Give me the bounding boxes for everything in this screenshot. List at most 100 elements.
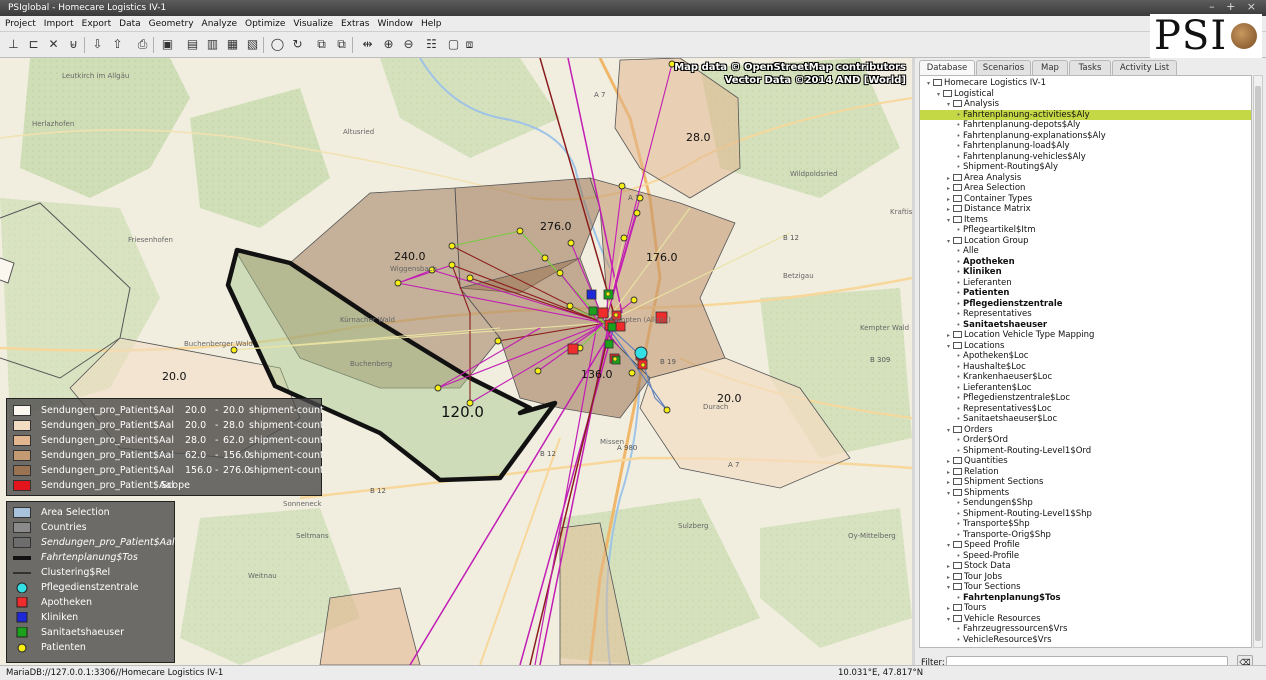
maximize-icon[interactable]: + (1226, 0, 1235, 13)
tree-leaf[interactable]: • Pflegeartikel$Itm (920, 225, 1251, 236)
tree-folder[interactable]: ▾ Homecare Logistics IV-1 (920, 78, 1251, 89)
tree-folder[interactable]: ▾ Locations (920, 341, 1251, 352)
tree-folder[interactable]: ▾ Analysis (920, 99, 1251, 110)
tree-folder[interactable]: ▾ Logistical (920, 89, 1251, 100)
map-view[interactable]: Map data © OpenStreetMap contributors Ve… (0, 58, 912, 665)
menu-analyze[interactable]: Analyze (199, 16, 240, 32)
tree-folder[interactable]: ▾ Tour Sections (920, 582, 1251, 593)
tree-leaf[interactable]: • Shipment-Routing-Level1$Ord (920, 446, 1251, 457)
tree-folder[interactable]: ▾ Items (920, 215, 1251, 226)
tree-leaf[interactable]: • Representatives$Loc (920, 404, 1251, 415)
tab-activity-list[interactable]: Activity List (1112, 60, 1177, 75)
doc-b-icon[interactable]: ▥ (205, 37, 220, 52)
new-icon[interactable]: ⊥ (6, 37, 21, 52)
tree-folder[interactable]: ▸ Container Types (920, 194, 1251, 205)
tree-leaf[interactable]: • Transporte-Orig$Shp (920, 530, 1251, 541)
menu-help[interactable]: Help (418, 16, 445, 32)
tree-leaf[interactable]: • Lieferanten$Loc (920, 383, 1251, 394)
menu-window[interactable]: Window (374, 16, 416, 32)
doc-d-icon[interactable]: ▧ (245, 37, 260, 52)
tree-leaf[interactable]: • Speed-Profile (920, 551, 1251, 562)
tree-folder[interactable]: ▸ Relation (920, 467, 1251, 478)
menu-data[interactable]: Data (116, 16, 144, 32)
delete-icon[interactable]: ✕ (46, 37, 61, 52)
menu-project[interactable]: Project (2, 16, 39, 32)
frame-b-icon[interactable]: ⧈ (462, 37, 477, 52)
tree-leaf[interactable]: • Pflegedienstzentrale$Loc (920, 393, 1251, 404)
tree-folder[interactable]: ▸ Stock Data (920, 561, 1251, 572)
tree-leaf[interactable]: • Sanitaetshaeuser$Loc (920, 414, 1251, 425)
tree-leaf[interactable]: • Fahrtenplanung-activities$Aly (920, 109, 1251, 120)
export-icon[interactable]: ⇧ (110, 37, 125, 52)
zoom-in-icon[interactable]: ⊕ (381, 37, 396, 52)
refresh-icon[interactable]: ↻ (290, 37, 305, 52)
tree-scrollbar[interactable] (1253, 75, 1263, 648)
tab-database[interactable]: Database (919, 60, 975, 75)
zoom-out-icon[interactable]: ⊖ (401, 37, 416, 52)
tree-leaf[interactable]: • Alle (920, 246, 1251, 257)
tree-leaf[interactable]: • Representatives (920, 309, 1251, 320)
tree-folder[interactable]: ▾ Orders (920, 425, 1251, 436)
tree-leaf[interactable]: • Apotheken (920, 257, 1251, 268)
tree-leaf[interactable]: • Fahrtenplanung-explanations$Aly (920, 131, 1251, 142)
map-icon[interactable]: ▣ (160, 37, 175, 52)
tree-folder[interactable]: ▾ Location Group (920, 236, 1251, 247)
tree-leaf[interactable]: • Shipment-Routing$Aly (920, 162, 1251, 173)
trash-icon[interactable]: ⊌ (66, 37, 81, 52)
tree-folder[interactable]: ▸ Area Selection (920, 183, 1251, 194)
layers-a-icon[interactable]: ⧉ (314, 37, 329, 52)
menu-extras[interactable]: Extras (338, 16, 372, 32)
patient-marker (663, 406, 671, 414)
tree-leaf[interactable]: • Haushalte$Loc (920, 362, 1251, 373)
legend-icon[interactable]: ☷ (424, 37, 439, 52)
menu-visualize[interactable]: Visualize (290, 16, 336, 32)
print-icon[interactable]: ⎙ (135, 37, 150, 52)
database-tree[interactable]: ▾ Homecare Logistics IV-1 ▾ Logistical ▾ Anal… (919, 75, 1252, 648)
layers-b-icon[interactable]: ⧉ (334, 37, 349, 52)
doc-c-icon[interactable]: ▦ (225, 37, 240, 52)
menu-export[interactable]: Export (79, 16, 114, 32)
tree-leaf[interactable]: • Fahrtenplanung-depots$Aly (920, 120, 1251, 131)
tree-leaf[interactable]: • Krankenhaeuser$Loc (920, 372, 1251, 383)
tree-folder[interactable]: ▸ Area Analysis (920, 173, 1251, 184)
tree-folder[interactable]: ▸ Quantities (920, 456, 1251, 467)
fit-icon[interactable]: ⇹ (360, 37, 375, 52)
tree-folder[interactable]: ▾ Vehicle Resources (920, 614, 1251, 625)
doc-a-icon[interactable]: ▤ (185, 37, 200, 52)
tab-tasks[interactable]: Tasks (1069, 60, 1111, 75)
tree-leaf[interactable]: • Fahrzeugressourcen$Vrs (920, 624, 1251, 635)
menu-optimize[interactable]: Optimize (242, 16, 288, 32)
tree-leaf[interactable]: • Kliniken (920, 267, 1251, 278)
tree-leaf[interactable]: • Transporte$Shp (920, 519, 1251, 530)
tree-leaf[interactable]: • Order$Ord (920, 435, 1251, 446)
tree-leaf[interactable]: • VehicleResource$Vrs (920, 635, 1251, 646)
open-icon[interactable]: ⊏ (26, 37, 41, 52)
tree-folder[interactable]: ▸ Shipment Sections (920, 477, 1251, 488)
tree-folder[interactable]: ▸ Tour Jobs (920, 572, 1251, 583)
zoom-window-icon[interactable]: ◯ (270, 37, 285, 52)
tree-leaf[interactable]: • Sendungen$Shp (920, 498, 1251, 509)
frame-a-icon[interactable]: ▢ (446, 37, 461, 52)
minimize-icon[interactable]: – (1209, 0, 1215, 13)
tree-leaf[interactable]: • Fahrtenplanung-load$Aly (920, 141, 1251, 152)
tree-leaf[interactable]: • Fahrtenplanung-vehicles$Aly (920, 152, 1251, 163)
scrollbar-thumb[interactable] (1255, 86, 1261, 641)
tree-leaf[interactable]: • Pflegedienstzentrale (920, 299, 1251, 310)
tab-map[interactable]: Map (1032, 60, 1068, 75)
tree-folder[interactable]: ▸ Tours (920, 603, 1251, 614)
tree-folder[interactable]: ▾ Speed Profile (920, 540, 1251, 551)
tree-folder[interactable]: ▾ Shipments (920, 488, 1251, 499)
tree-folder[interactable]: ▸ Location Vehicle Type Mapping (920, 330, 1251, 341)
tree-leaf[interactable]: • Apotheken$Loc (920, 351, 1251, 362)
tree-leaf[interactable]: • Lieferanten (920, 278, 1251, 289)
tree-folder[interactable]: ▸ Distance Matrix (920, 204, 1251, 215)
menu-geometry[interactable]: Geometry (146, 16, 197, 32)
tree-leaf[interactable]: • Fahrtenplanung$Tos (920, 593, 1251, 604)
tree-leaf[interactable]: • Patienten (920, 288, 1251, 299)
tree-leaf[interactable]: • Shipment-Routing-Level1$Shp (920, 509, 1251, 520)
close-icon[interactable]: × (1247, 0, 1256, 13)
tab-scenarios[interactable]: Scenarios (976, 60, 1031, 75)
tree-leaf[interactable]: • Sanitaetshaeuser (920, 320, 1251, 331)
menu-import[interactable]: Import (41, 16, 77, 32)
import-icon[interactable]: ⇩ (90, 37, 105, 52)
